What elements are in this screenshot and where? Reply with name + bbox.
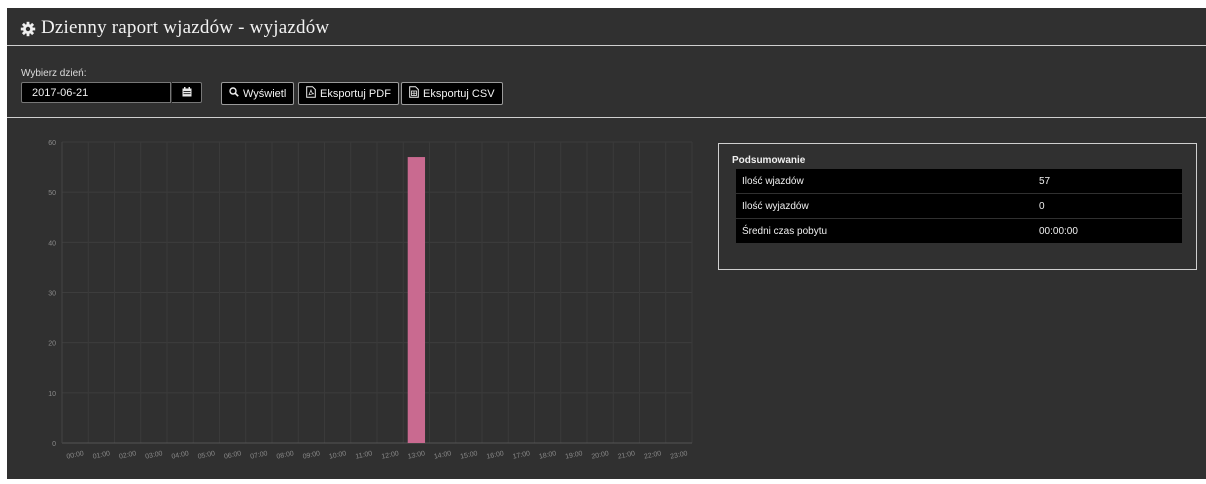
table-row: Ilość wyjazdów 0 (736, 193, 1182, 219)
summary-label: Średni czas pobytu (736, 218, 1039, 244)
x-tick-label: 02:00 (118, 450, 137, 461)
y-tick-label: 0 (52, 441, 56, 448)
x-tick-label: 07:00 (250, 450, 269, 461)
export-csv-label: Eksportuj CSV (423, 87, 495, 100)
search-icon (229, 87, 239, 100)
table-row: Ilość wjazdów 57 (736, 169, 1182, 194)
y-tick-label: 10 (48, 391, 56, 398)
header: Dzienny raport wjazdów - wyjazdów (7, 8, 1206, 46)
x-tick-label: 09:00 (302, 450, 321, 461)
y-tick-label: 30 (48, 291, 56, 298)
x-tick-label: 01:00 (92, 450, 111, 461)
x-tick-label: 17:00 (512, 450, 531, 461)
x-tick-label: 16:00 (486, 450, 505, 461)
x-tick-label: 12:00 (381, 450, 400, 461)
summary-value: 57 (1039, 169, 1182, 194)
x-tick-label: 19:00 (565, 450, 584, 461)
chart-svg: 0 10 20 30 40 50 60 00:00 01:00 02:00 03:00 04:00 05… (48, 140, 693, 461)
export-csv-button[interactable]: Eksportuj CSV (401, 82, 503, 105)
pdf-file-icon (306, 86, 316, 101)
report-window: Dzienny raport wjazdów - wyjazdów Wybier… (7, 8, 1206, 479)
show-button-label: Wyświetl (243, 87, 287, 100)
x-tick-label: 22:00 (643, 450, 662, 461)
x-tick-label: 15:00 (460, 450, 479, 461)
y-tick-label: 50 (48, 190, 56, 197)
table-row: Średni czas pobytu 00:00:00 (736, 218, 1182, 244)
x-tick-label: 08:00 (276, 450, 295, 461)
x-tick-label: 10:00 (328, 450, 347, 461)
x-tick-label: 14:00 (433, 450, 452, 461)
x-tick-label: 11:00 (355, 450, 373, 460)
y-tick-label: 20 (48, 341, 56, 348)
calendar-button[interactable] (172, 82, 202, 103)
export-pdf-label: Eksportuj PDF (320, 87, 391, 100)
x-tick-label: 23:00 (670, 450, 689, 461)
y-tick-label: 60 (48, 140, 56, 147)
y-tick-label: 40 (48, 240, 56, 247)
export-pdf-button[interactable]: Eksportuj PDF (298, 82, 399, 105)
x-tick-label: 21:00 (617, 450, 636, 461)
gear-icon (20, 21, 36, 37)
summary-value: 0 (1039, 193, 1182, 219)
x-tick-label: 18:00 (538, 450, 557, 461)
x-tick-label: 13:00 (407, 450, 426, 461)
toolbar: Wybierz dzień: 2017-06-21 Wyświetl Ekspo… (7, 46, 1206, 118)
summary-label: Ilość wyjazdów (736, 193, 1039, 219)
summary-panel: Podsumowanie Ilość wjazdów 57 Ilość wyja… (718, 143, 1197, 270)
date-field[interactable]: 2017-06-21 (21, 82, 171, 103)
chart-bar (407, 157, 426, 444)
page-title: Dzienny raport wjazdów - wyjazdów (41, 17, 330, 38)
date-label: Wybierz dzień: (21, 68, 87, 79)
x-tick-label: 20:00 (591, 450, 610, 461)
hourly-chart: 0 10 20 30 40 50 60 00:00 01:00 02:00 03:00 04:00 05… (7, 118, 707, 479)
spreadsheet-file-icon (409, 86, 419, 101)
x-tick-label: 06:00 (223, 450, 242, 461)
summary-value: 00:00:00 (1039, 218, 1182, 244)
calendar-icon (182, 84, 192, 102)
x-tick-label: 05:00 (197, 450, 216, 461)
summary-title: Podsumowanie (732, 155, 806, 166)
x-tick-label: 00:00 (66, 450, 85, 461)
x-tick-label: 03:00 (145, 450, 164, 461)
summary-table: Ilość wjazdów 57 Ilość wyjazdów 0 Średni… (736, 169, 1182, 244)
show-button[interactable]: Wyświetl (221, 82, 295, 105)
summary-label: Ilość wjazdów (736, 169, 1039, 194)
x-tick-label: 04:00 (171, 450, 190, 461)
